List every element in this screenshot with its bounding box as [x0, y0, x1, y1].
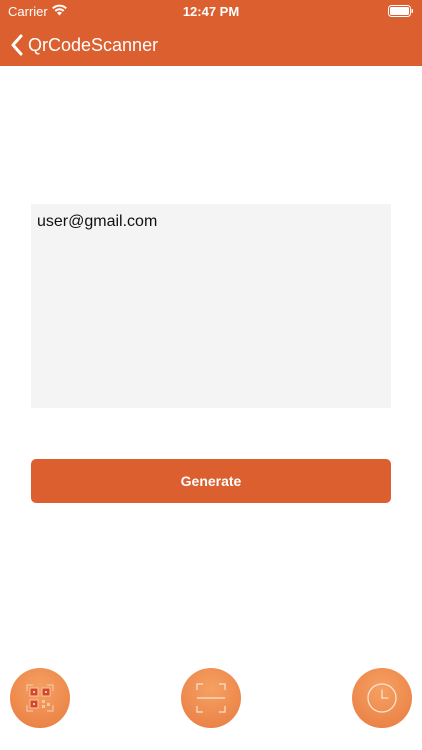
qr-code-icon [26, 684, 54, 712]
tab-scan[interactable] [181, 668, 241, 728]
navigation-bar: QrCodeScanner [0, 22, 422, 66]
scan-frame-icon [196, 683, 226, 713]
nav-title: QrCodeScanner [28, 34, 159, 55]
status-bar: Carrier 12:47 PM [0, 0, 422, 22]
back-button[interactable]: QrCodeScanner [10, 32, 158, 58]
back-chevron-icon [11, 34, 23, 56]
tab-generate-qr[interactable] [10, 668, 70, 728]
generate-button[interactable]: Generate [31, 459, 391, 503]
status-time: 12:47 PM [182, 4, 240, 19]
tab-history[interactable] [352, 668, 412, 728]
header: Carrier 12:47 PM QrCodeScanner [0, 0, 422, 66]
qr-text-input[interactable] [31, 204, 391, 408]
battery-icon [388, 5, 413, 17]
clock-icon [367, 683, 397, 713]
